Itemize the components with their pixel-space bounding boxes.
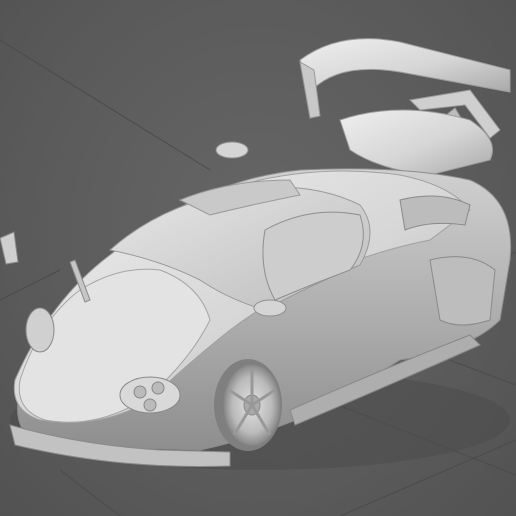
right-mirror [215, 141, 249, 159]
rear-wheel-arch [429, 256, 496, 326]
front-wheel [214, 359, 282, 451]
left-mirror [253, 299, 287, 317]
front-canard [0, 231, 19, 265]
scene-canvas [0, 38, 516, 516]
engine-cover [339, 109, 493, 176]
3d-viewport[interactable] [0, 0, 516, 516]
